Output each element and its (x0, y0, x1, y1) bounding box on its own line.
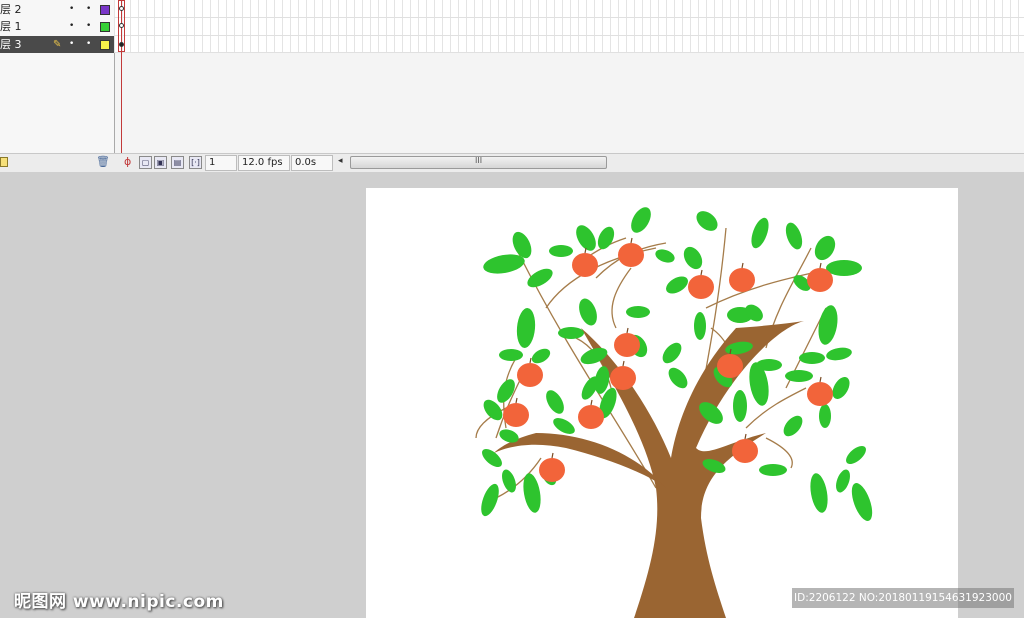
timeline-panel: 层 2 • • 层 1 • • 层 3 ✎ • • 🗑 ɸ ▢ ▣ ▤ [·] … (0, 0, 1024, 172)
watermark-right: ID:2206122 NO:20180119154631923000 (792, 588, 1014, 608)
trash-icon[interactable]: 🗑 (96, 155, 110, 168)
onion-outline-icon[interactable]: ▣ (154, 156, 167, 169)
layer-outline-color-swatch[interactable] (100, 40, 110, 50)
frame-row-divider (114, 35, 1024, 36)
layer-list: 层 2 • • 层 1 • • 层 3 ✎ • • (0, 0, 115, 153)
lock-dot[interactable]: • (86, 18, 91, 35)
scrollbar-grip-icon: III (475, 156, 483, 165)
layer-outline-color-swatch[interactable] (100, 5, 110, 15)
layer-name: 层 2 (0, 3, 22, 16)
keyframe-blank[interactable] (119, 6, 124, 11)
layer-outline-color-swatch[interactable] (100, 22, 110, 32)
apple-tree-artwork (475, 207, 873, 618)
onion-skin-icon[interactable]: ▢ (139, 156, 152, 169)
lock-dot[interactable]: • (86, 36, 91, 53)
layer-name: 层 1 (0, 20, 22, 33)
frame-row-divider (114, 17, 1024, 18)
apple (807, 376, 833, 406)
stage-canvas[interactable] (366, 188, 958, 618)
layer-name: 层 3 (0, 38, 22, 51)
layer-row-2[interactable]: 层 2 • • (0, 1, 114, 18)
keyframe-filled[interactable] (119, 42, 124, 47)
pencil-icon: ✎ (53, 39, 62, 50)
horizontal-scrollbar[interactable]: III (350, 156, 607, 169)
apple (614, 327, 640, 357)
frame-rate-field[interactable]: 12.0 fps (238, 155, 290, 171)
apple (503, 397, 529, 427)
elapsed-time-field: 0.0s (291, 155, 333, 171)
edit-multiple-frames-icon[interactable]: ▤ (171, 156, 184, 169)
folder-icon[interactable] (0, 157, 8, 167)
layer-row-3[interactable]: 层 3 ✎ • • (0, 36, 114, 53)
layer-row-1[interactable]: 层 1 • • (0, 18, 114, 35)
center-frame-icon[interactable]: ɸ (124, 155, 131, 168)
apple (688, 269, 714, 299)
visibility-dot[interactable]: • (69, 36, 74, 53)
timeline-status-bar: 🗑 ɸ ▢ ▣ ▤ [·] 1 12.0 fps 0.0s ◂ III (0, 153, 1024, 172)
apple (539, 452, 565, 482)
visibility-dot[interactable]: • (69, 1, 74, 18)
apple (618, 237, 644, 267)
frame-grid[interactable] (114, 0, 1024, 52)
watermark-left: 昵图网 www.nipic.com (14, 592, 224, 612)
scroll-left-arrow-icon[interactable]: ◂ (338, 156, 343, 166)
lock-dot[interactable]: • (86, 1, 91, 18)
apple (729, 262, 755, 292)
modify-onion-markers-icon[interactable]: [·] (189, 156, 202, 169)
current-frame-field: 1 (205, 155, 237, 171)
keyframe-blank[interactable] (119, 23, 124, 28)
visibility-dot[interactable]: • (69, 18, 74, 35)
apple (578, 399, 604, 429)
frame-row-divider (114, 52, 1024, 53)
